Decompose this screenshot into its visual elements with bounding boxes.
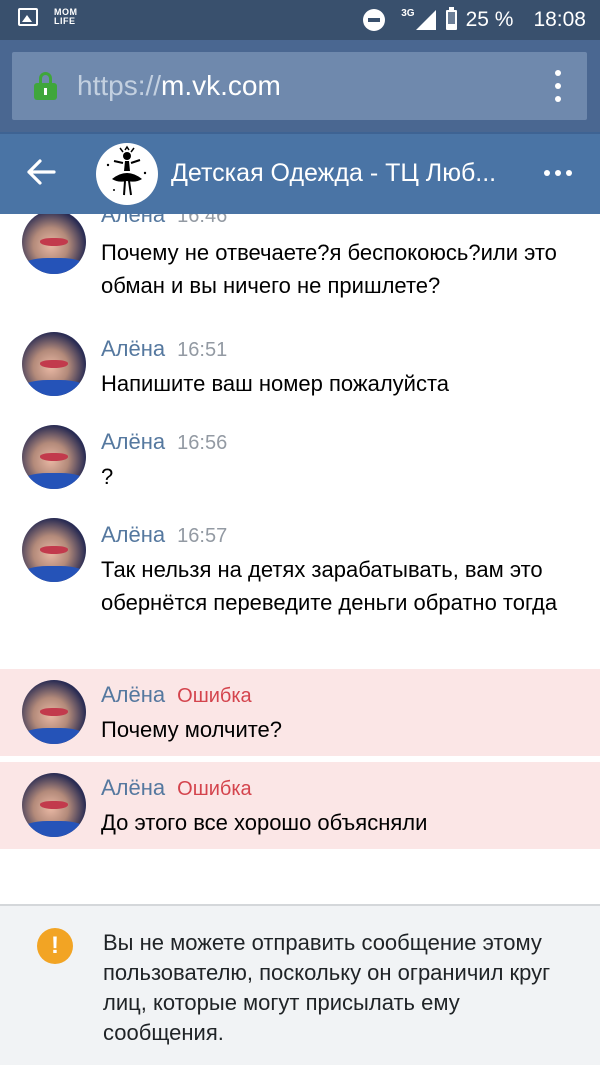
browser-toolbar: https://m.vk.com xyxy=(0,40,600,132)
ballerina-logo-icon xyxy=(106,145,147,196)
message-header: Алёна 16:46 xyxy=(101,214,227,228)
message-text: Почему молчите? xyxy=(101,717,283,742)
error-label[interactable]: Ошибка xyxy=(177,778,252,800)
message-item: Алёна 16:57 Так нельзя на детях зарабатыв… xyxy=(0,516,600,656)
battery-icon xyxy=(445,7,457,30)
message-item: Алёна 16:56 ? xyxy=(0,423,600,503)
avatar[interactable] xyxy=(22,332,86,396)
message-text: До этого все хорошо объясняли xyxy=(101,810,428,835)
avatar[interactable] xyxy=(22,214,86,274)
arrow-left-icon[interactable] xyxy=(26,158,56,186)
message-author[interactable]: Алёна xyxy=(101,775,165,800)
clock: 18:08 xyxy=(533,8,586,31)
vertical-dots-icon xyxy=(555,70,561,76)
message-text: Почему не отвечаете?я беспокоюсь?или это… xyxy=(101,240,557,298)
app-notification-badge: MOM LIFE xyxy=(54,7,78,26)
url-text[interactable]: https://m.vk.com xyxy=(77,70,281,102)
message-header: Алёна Ошибка xyxy=(101,682,252,708)
url-scheme: https:// xyxy=(77,70,162,101)
browser-menu-button[interactable] xyxy=(555,70,561,102)
message-item: Алёна 16:46 Почему не отвечаете?я беспоко… xyxy=(0,214,600,314)
message-time: 16:46 xyxy=(177,214,228,227)
message-author[interactable]: Алёна xyxy=(101,522,165,547)
avatar[interactable] xyxy=(22,518,86,582)
chat-title[interactable]: Детская Одежда - ТЦ Люб... xyxy=(171,159,531,188)
signal-icon xyxy=(415,10,436,30)
message-item: Алёна 16:51 Напишите ваш номер пожалуйста xyxy=(0,330,600,410)
address-bar[interactable]: https://m.vk.com xyxy=(12,52,587,120)
message-text: ? xyxy=(101,464,114,489)
network-type: 3G xyxy=(401,7,415,19)
message-header: Алёна Ошибка xyxy=(101,775,252,801)
error-label[interactable]: Ошибка xyxy=(177,685,252,707)
message-list[interactable]: Алёна 16:46 Почему не отвечаете?я беспоко… xyxy=(0,214,600,904)
chat-header: Детская Одежда - ТЦ Люб... xyxy=(0,132,600,214)
notice-text: Вы не можете отправить сообщение этому п… xyxy=(103,930,551,1045)
message-time: 16:51 xyxy=(177,339,228,361)
gallery-notification-icon xyxy=(18,8,38,26)
blocked-notice: ! Вы не можете отправить сообщение этому… xyxy=(0,906,600,1065)
group-avatar[interactable] xyxy=(96,143,158,205)
message-time: 16:56 xyxy=(177,432,228,454)
more-dots-icon[interactable] xyxy=(544,170,572,176)
message-author[interactable]: Алёна xyxy=(101,214,165,227)
message-text: Напишите ваш номер пожалуйста xyxy=(101,371,450,396)
warning-icon: ! xyxy=(37,928,73,964)
avatar[interactable] xyxy=(22,773,86,837)
message-time: 16:57 xyxy=(177,525,228,547)
url-host: m.vk.com xyxy=(161,70,281,101)
status-bar: MOM LIFE 3G 25 % 18:08 xyxy=(0,0,600,40)
failed-message-item: Алёна Ошибка До этого все хорошо объяснял… xyxy=(0,762,600,849)
do-not-disturb-icon xyxy=(363,9,386,31)
avatar[interactable] xyxy=(22,680,86,744)
message-author[interactable]: Алёна xyxy=(101,336,165,361)
failed-message-item: Алёна Ошибка Почему молчите? xyxy=(0,669,600,756)
lock-icon[interactable] xyxy=(33,72,58,100)
avatar[interactable] xyxy=(22,425,86,489)
message-author[interactable]: Алёна xyxy=(101,682,165,707)
message-header: Алёна 16:51 xyxy=(101,336,227,362)
message-text: Так нельзя на детях зарабатывать, вам эт… xyxy=(101,557,558,615)
battery-percent: 25 % xyxy=(465,8,514,31)
message-header: Алёна 16:56 xyxy=(101,429,227,455)
message-header: Алёна 16:57 xyxy=(101,522,227,548)
message-author[interactable]: Алёна xyxy=(101,429,165,454)
